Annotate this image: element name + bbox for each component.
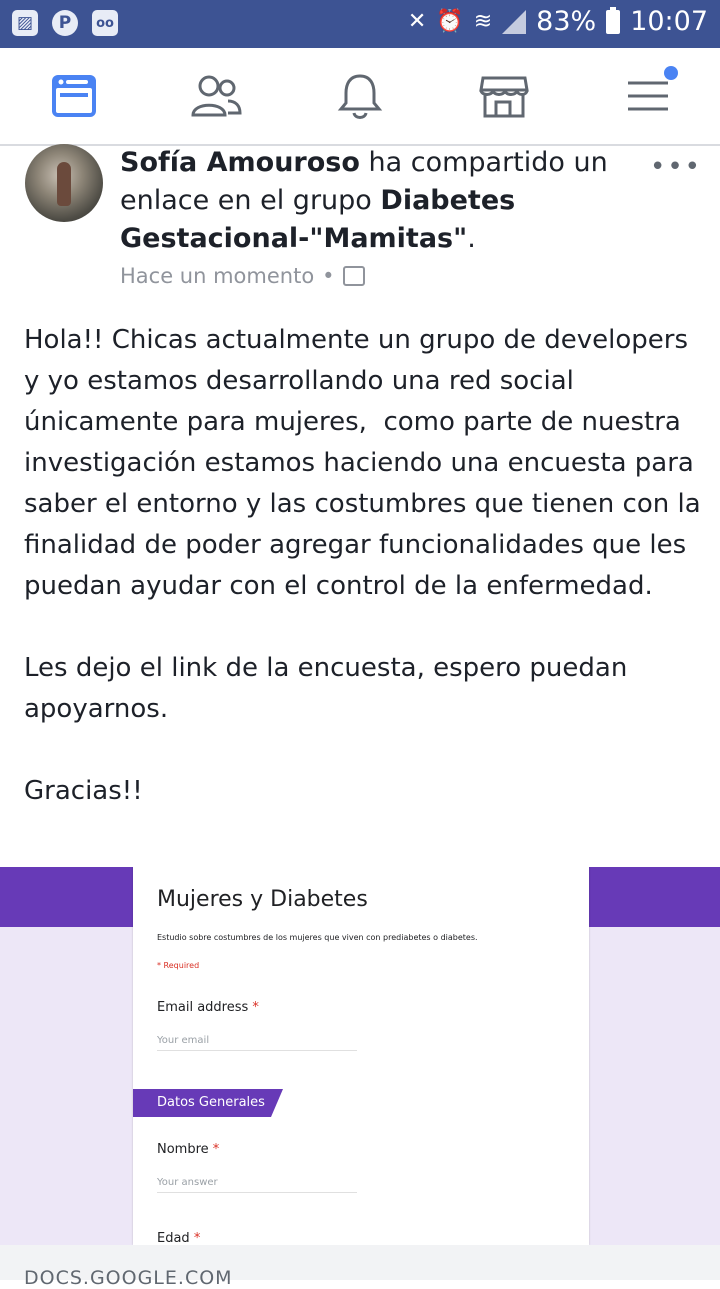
form-description: Estudio sobre costumbres de los mujeres …: [157, 933, 478, 942]
alarm-icon: ⏰: [436, 9, 464, 34]
link-preview[interactable]: Mujeres y Diabetes Estudio sobre costumb…: [0, 867, 720, 1245]
marketplace-icon[interactable]: [478, 70, 530, 122]
signal-icon: [502, 9, 527, 34]
group-suffix: .: [467, 223, 476, 254]
privacy-group-icon: [342, 266, 365, 286]
link-domain-bar[interactable]: DOCS.GOOGLE.COM: [0, 1245, 720, 1289]
required-star: *: [193, 1231, 201, 1245]
more-options-icon[interactable]: •••: [650, 152, 702, 182]
form-preview-card: Mujeres y Diabetes Estudio sobre costumb…: [133, 867, 589, 1245]
status-bar: ▨ P oo ✕ ⏰ ≋ 83% 10:07: [0, 0, 720, 48]
battery-icon: [606, 6, 621, 34]
menu-badge: [664, 66, 678, 80]
post-header: Sofía Amouroso ha compartido un enlace e…: [120, 144, 640, 258]
clock: 10:07: [630, 6, 708, 37]
meta-separator: •: [322, 264, 335, 288]
post-time[interactable]: Hace un momento: [120, 264, 314, 288]
mute-icon: ✕: [407, 9, 427, 34]
email-field: Your email: [157, 1035, 357, 1051]
post-body: Hola!! Chicas actualmente un grupo de de…: [24, 325, 701, 806]
age-label-text: Edad: [157, 1231, 190, 1245]
email-label: Email address *: [157, 1000, 259, 1015]
menu-icon[interactable]: [622, 66, 678, 122]
email-label-text: Email address: [157, 1000, 249, 1015]
form-title: Mujeres y Diabetes: [157, 887, 368, 912]
name-label-text: Nombre: [157, 1142, 209, 1157]
top-nav-bar: [0, 48, 720, 146]
required-star: *: [252, 1000, 259, 1015]
required-star: *: [212, 1142, 220, 1157]
post-meta: Hace un momento •: [120, 264, 365, 288]
news-feed-icon[interactable]: [48, 70, 100, 122]
friends-icon[interactable]: [190, 70, 242, 122]
author-name[interactable]: Sofía Amouroso: [120, 147, 360, 178]
age-label: Edad *: [157, 1231, 200, 1245]
voicemail-icon: oo: [92, 10, 118, 36]
image-icon: ▨: [12, 10, 38, 36]
section-header: Datos Generales: [133, 1089, 283, 1117]
avatar[interactable]: [25, 144, 103, 222]
battery-percent: 83%: [536, 6, 597, 37]
pinterest-icon: P: [52, 10, 78, 36]
required-note: * Required: [157, 961, 200, 970]
link-domain: DOCS.GOOGLE.COM: [24, 1267, 233, 1289]
name-label: Nombre *: [157, 1142, 219, 1157]
wifi-icon: ≋: [473, 9, 493, 34]
name-field: Your answer: [157, 1177, 357, 1193]
notifications-icon[interactable]: [334, 70, 386, 122]
